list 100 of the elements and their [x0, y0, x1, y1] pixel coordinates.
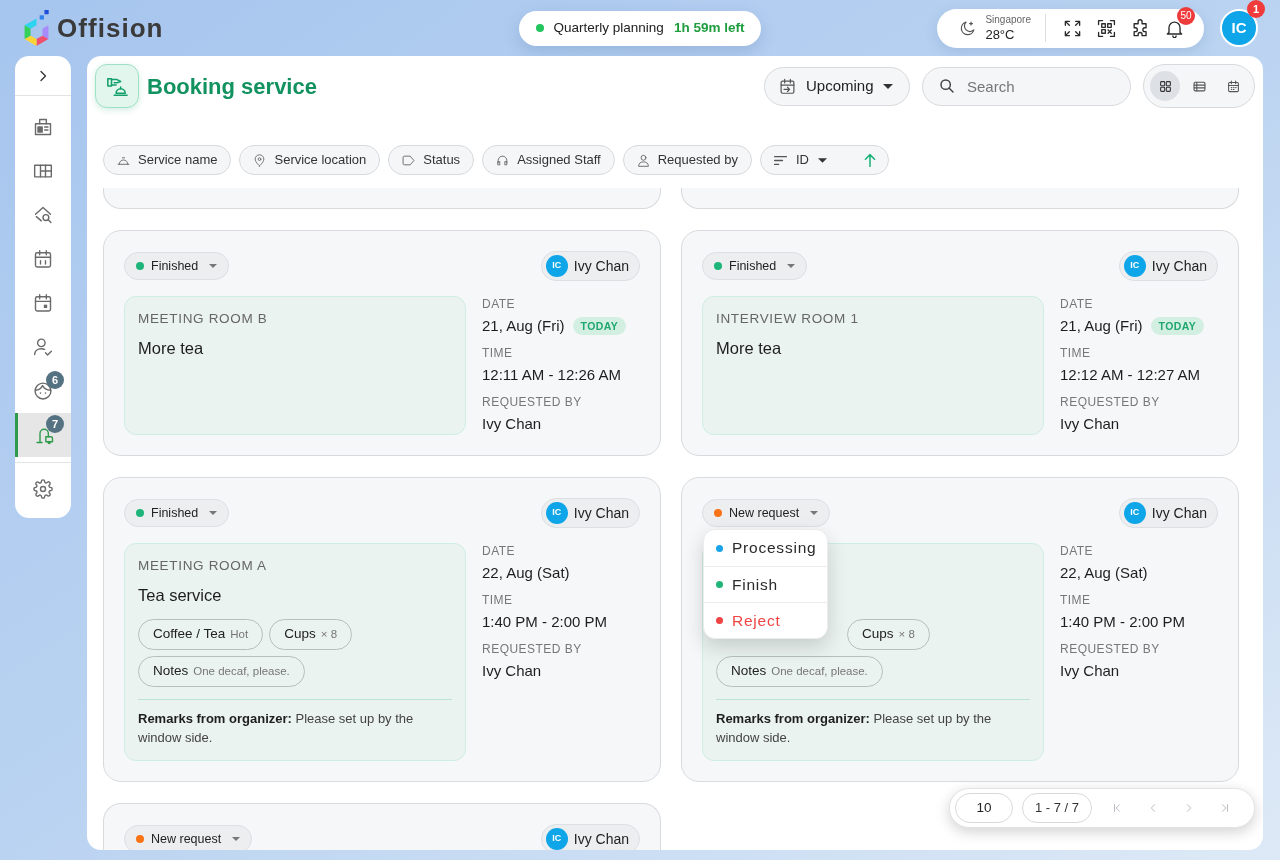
status-dropdown[interactable]: New request	[702, 499, 831, 527]
field-label: TIME	[1060, 592, 1092, 608]
caret-down-icon	[883, 83, 893, 89]
last-page-icon	[1219, 803, 1230, 813]
timer-label: Quarterly planning	[553, 18, 664, 37]
service-bell-icon	[95, 64, 139, 108]
brand-name: Offision	[57, 15, 164, 41]
field-label: DATE	[482, 296, 517, 312]
notification-badge: 50	[1177, 7, 1195, 25]
field-label: REQUESTED BY	[1060, 394, 1161, 410]
requester-name: Ivy Chan	[573, 829, 629, 849]
time-remaining: 1h 59m left	[673, 18, 745, 37]
location-pin-icon	[253, 153, 267, 167]
requester-name: Ivy Chan	[1151, 503, 1207, 523]
count-badge: 6	[46, 371, 64, 389]
item-name: Cups	[284, 625, 316, 644]
field-value: 22, Aug (Sat)	[482, 562, 570, 583]
puzzle-icon	[1130, 18, 1150, 38]
item-name: Notes	[153, 662, 189, 681]
caret-down-icon	[232, 837, 241, 841]
filter-button[interactable]: Service location	[239, 145, 381, 175]
field-value: 1:40 PM - 2:00 PM	[482, 611, 608, 632]
status-dropdown[interactable]: Finished	[124, 252, 230, 280]
sort-button[interactable]: ID	[759, 145, 889, 175]
count-badge: 7	[46, 415, 64, 433]
bell-icon	[1164, 18, 1184, 38]
remarks-text: Remarks from organizer: Please set up by the window side.	[138, 699, 452, 747]
sort-lines-icon	[773, 153, 787, 167]
moon-star-icon	[959, 19, 977, 37]
building-icon	[33, 117, 53, 137]
expand-icon	[1062, 18, 1082, 38]
service-title: More tea	[716, 338, 783, 359]
field-value: 12:12 AM - 12:27 AM	[1060, 364, 1201, 385]
filter-button[interactable]: Service name	[103, 145, 232, 175]
item-detail: × 8	[898, 626, 915, 642]
caret-down-icon	[810, 511, 819, 515]
tag-icon	[402, 153, 416, 167]
item-detail: One decaf, please.	[771, 663, 868, 679]
room-name: MEETING ROOM A	[138, 557, 268, 575]
field-label: TIME	[482, 592, 514, 608]
service-title: Tea service	[138, 585, 223, 606]
status-dropdown[interactable]: Finished	[124, 499, 230, 527]
list-icon	[1192, 79, 1206, 93]
field-label: REQUESTED BY	[482, 641, 583, 657]
status-option[interactable]: Processing	[704, 530, 827, 566]
chevron-right-icon	[37, 69, 49, 82]
field-label: DATE	[1060, 543, 1095, 559]
field-label: REQUESTED BY	[1060, 641, 1161, 657]
user-avatar: IC	[1123, 255, 1146, 277]
nav-item[interactable]: 7	[15, 413, 71, 457]
filter-button[interactable]: Assigned Staff	[482, 145, 615, 175]
layout-grid-icon	[33, 161, 53, 181]
person-icon	[636, 153, 650, 167]
grid-icon	[1158, 79, 1172, 93]
filter-button[interactable]: Status	[388, 145, 475, 175]
caret-down-icon	[209, 264, 218, 268]
qr-code-icon	[1096, 18, 1116, 38]
nav-item[interactable]: 6	[15, 369, 71, 413]
search-field[interactable]: Search	[922, 66, 1131, 106]
person-check-icon	[33, 337, 53, 357]
field-value: 21, Aug (Fri)	[1060, 315, 1143, 336]
gear-icon	[33, 479, 53, 499]
field-label: TIME	[482, 345, 514, 361]
user-avatar: IC	[545, 255, 568, 277]
room-search-icon	[33, 205, 53, 225]
requester-name: Ivy Chan	[1151, 256, 1207, 276]
field-label: REQUESTED BY	[482, 394, 583, 410]
room-name: MEETING ROOM B	[138, 310, 269, 328]
service-title: More tea	[138, 338, 205, 359]
status-dropdown[interactable]: Finished	[702, 252, 808, 280]
room-name: INTERVIEW ROOM 1	[716, 310, 860, 328]
search-icon	[939, 77, 955, 94]
field-label: TIME	[1060, 345, 1092, 361]
temperature: 28°C	[985, 28, 1016, 41]
user-avatar: IC	[545, 502, 568, 524]
item-name: Coffee / Tea	[153, 625, 226, 644]
city-name: Singapore	[985, 15, 1031, 25]
caret-down-icon	[817, 157, 827, 163]
grid-view-button[interactable]	[1150, 71, 1180, 101]
field-value: 1:40 PM - 2:00 PM	[1060, 611, 1186, 632]
headset-icon	[496, 153, 510, 167]
item-detail: Hot	[230, 626, 249, 642]
status-dropdown[interactable]: New request	[124, 825, 253, 850]
item-name: Notes	[731, 662, 767, 681]
filter-button[interactable]: Requested by	[622, 145, 752, 175]
field-value: Ivy Chan	[482, 660, 542, 681]
field-value: 22, Aug (Sat)	[1060, 562, 1148, 583]
item-name: Cups	[862, 625, 894, 644]
calendar-icon	[33, 249, 53, 269]
page-size-select[interactable]: 10	[955, 793, 1013, 823]
logo-icon	[22, 10, 51, 46]
field-value: Ivy Chan	[1060, 413, 1120, 434]
caret-down-icon	[209, 511, 218, 515]
calendar-day-icon	[33, 293, 53, 313]
user-avatar: IC	[1123, 502, 1146, 524]
calendar-arrow-icon	[779, 77, 796, 95]
field-value: Ivy Chan	[1060, 660, 1120, 681]
field-value: 12:11 AM - 12:26 AM	[482, 364, 621, 385]
status-option[interactable]: Finish	[704, 566, 827, 602]
period-dropdown[interactable]: Upcoming	[764, 66, 910, 106]
